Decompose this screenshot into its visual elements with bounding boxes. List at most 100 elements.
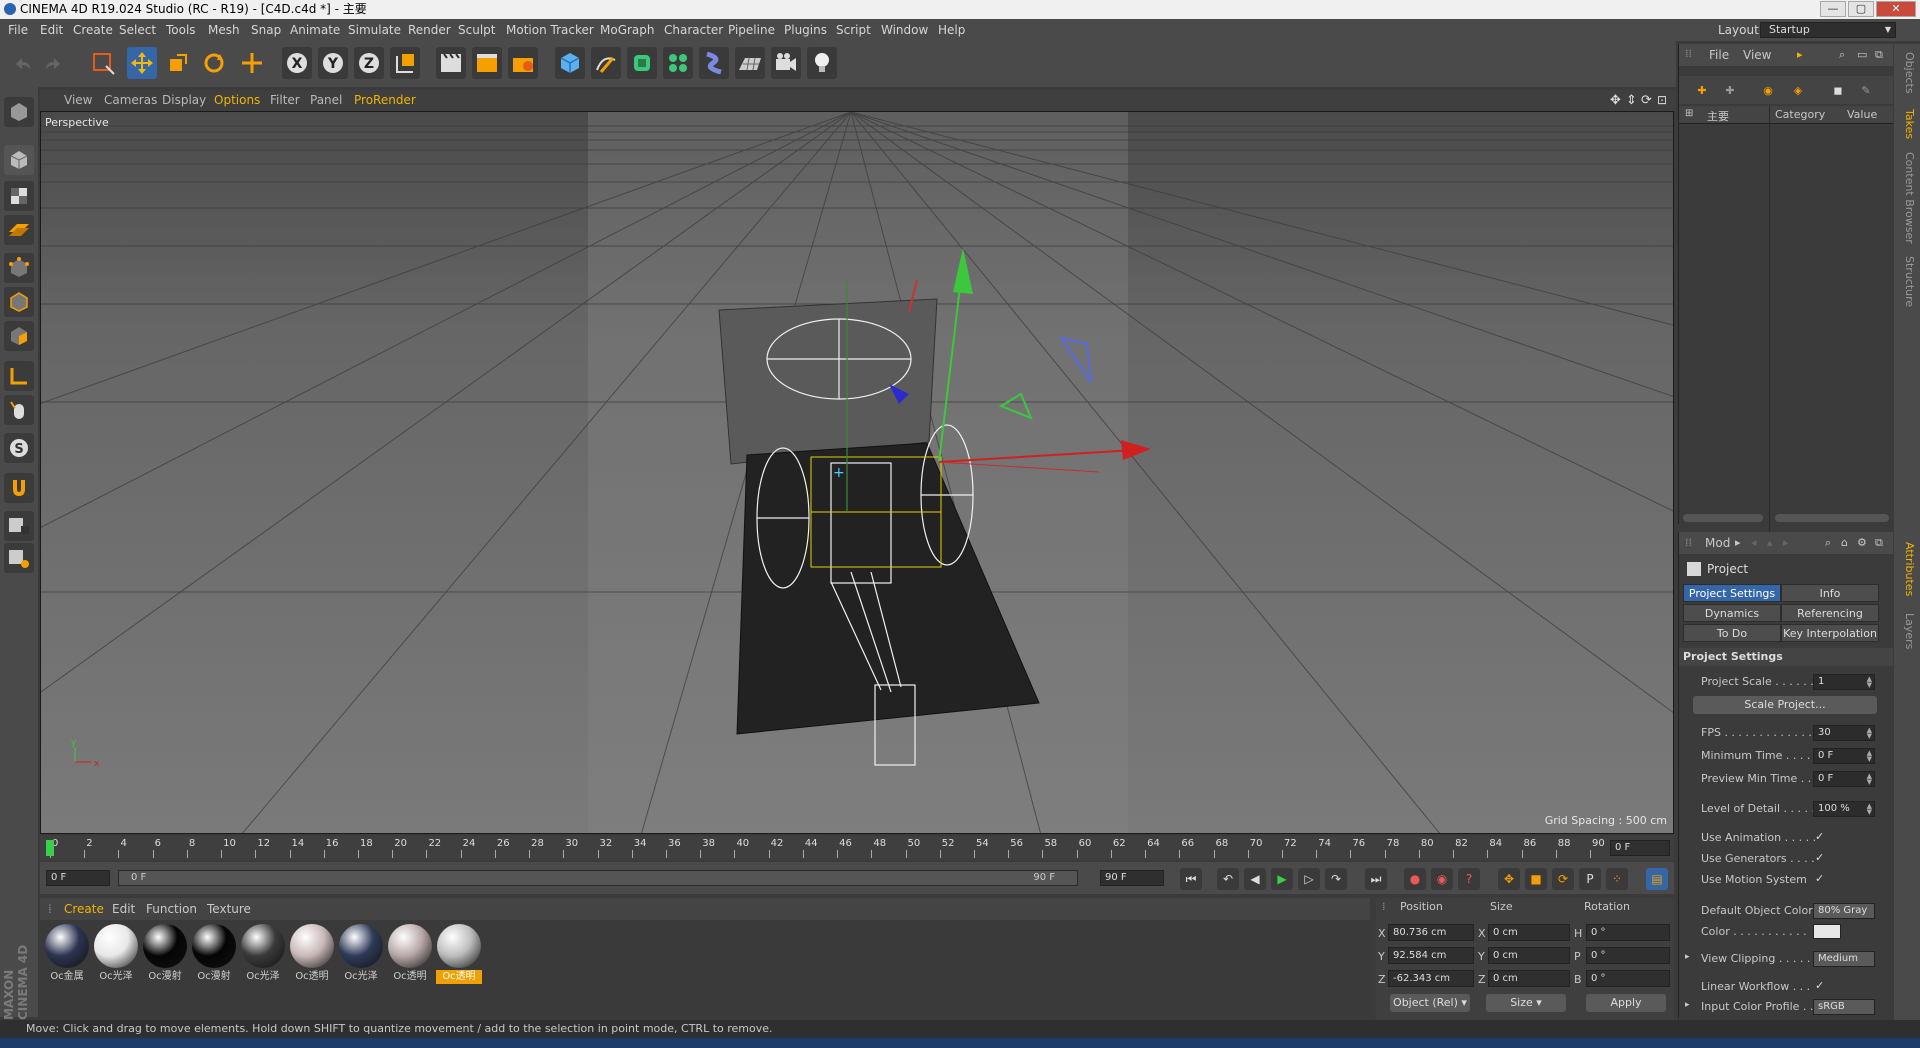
use-animation-checkbox[interactable]: ✓ [1815, 830, 1829, 844]
preview-min-time-field[interactable]: 0 F ▲ ▼ [1813, 771, 1875, 787]
scale-tool-button[interactable] [163, 47, 193, 79]
viewport-dolly-icon[interactable]: ⇕ [1626, 90, 1637, 111]
x-axis-button[interactable]: X [282, 47, 312, 79]
material-swatch[interactable]: Oc光泽 [240, 924, 286, 984]
tab-to-do[interactable]: To Do [1683, 624, 1781, 642]
menu-plugins[interactable]: Plugins [784, 19, 827, 41]
coordinate-system-button[interactable] [390, 47, 420, 79]
autokey-button[interactable]: ◉ [1431, 868, 1453, 890]
tweak-mode-button[interactable] [4, 395, 34, 425]
record-active-button[interactable]: ● [1404, 868, 1426, 890]
goto-end-button[interactable]: ⏭ [1365, 868, 1387, 890]
take-override-icon[interactable]: ✚ [1717, 77, 1743, 103]
viewport-menu-filter[interactable]: Filter [270, 90, 300, 111]
spinner-icon[interactable]: ▲ ▼ [1867, 803, 1872, 816]
takes-scrollbar-right[interactable] [1775, 514, 1889, 522]
linear-workflow-checkbox[interactable]: ✓ [1815, 979, 1829, 993]
menu-window[interactable]: Window [881, 19, 928, 41]
size-z-field[interactable]: 0 cm [1488, 970, 1570, 987]
spinner-icon[interactable]: ▲ ▼ [1867, 750, 1872, 763]
material-swatch[interactable]: Oc金属 [44, 924, 90, 984]
size-y-field[interactable]: 0 cm [1488, 947, 1570, 964]
play-button[interactable]: ▶ [1271, 868, 1293, 890]
keyframe-selection-button[interactable]: ? [1458, 868, 1480, 890]
view-clipping-select[interactable]: Medium [1813, 951, 1875, 967]
up-icon[interactable]: ▴ [1767, 536, 1773, 549]
menu-animate[interactable]: Animate [290, 19, 340, 41]
expand-icon[interactable]: ⊞ [1685, 108, 1693, 119]
key-position-button[interactable]: ✥ [1498, 868, 1520, 890]
camera-button[interactable] [771, 47, 801, 79]
key-rotation-button[interactable]: ⟳ [1552, 868, 1574, 890]
take-render-icon[interactable]: ✎ [1853, 77, 1879, 103]
layout-icon[interactable]: ▭ [1857, 48, 1867, 61]
spinner-icon[interactable]: ▲ ▼ [1867, 773, 1872, 786]
tab-info[interactable]: Info [1781, 584, 1879, 602]
settings-icon[interactable]: ⚙ [1857, 536, 1867, 549]
project-scale-field[interactable]: 1 ▲ ▼ [1813, 674, 1875, 690]
input-color-profile-select[interactable]: sRGB [1813, 999, 1875, 1015]
tab-objects[interactable]: Objects [1896, 48, 1916, 98]
menu-snap[interactable]: Snap [251, 19, 281, 41]
object-menu-view[interactable]: View [1743, 48, 1771, 62]
viewport-menu-display[interactable]: Display [162, 90, 206, 111]
viewport-menu-panel[interactable]: Panel [310, 90, 342, 111]
size-x-field[interactable]: 0 cm [1488, 924, 1570, 941]
material-swatch[interactable]: Oc透明 [436, 924, 482, 984]
level-of-detail-field[interactable]: 100 % ▲ ▼ [1813, 801, 1875, 817]
tab-structure[interactable]: Structure [1896, 252, 1916, 312]
menu-tools[interactable]: Tools [166, 19, 196, 41]
light-button[interactable] [807, 47, 837, 79]
render-view-button[interactable] [436, 47, 466, 79]
subdivision-button[interactable] [627, 47, 657, 79]
tab-content-browser[interactable]: Content Browser [1896, 148, 1916, 248]
back-icon[interactable]: ◂ [1751, 536, 1757, 549]
viewport-menu-options[interactable]: Options [214, 90, 260, 111]
size-mode-select[interactable]: Size ▾ [1486, 994, 1566, 1012]
make-editable-button[interactable] [4, 97, 34, 127]
rot-b-field[interactable]: 0 ° [1586, 970, 1670, 987]
workplane-mode-button[interactable] [4, 215, 34, 245]
points-mode-button[interactable] [4, 253, 34, 283]
key-parameter-button[interactable]: P [1579, 868, 1601, 890]
menu-simulate[interactable]: Simulate [348, 19, 401, 41]
take-icon[interactable]: ✚ [1689, 77, 1715, 103]
deformer-button[interactable] [699, 47, 729, 79]
current-frame-field[interactable]: 0 F [1610, 840, 1670, 856]
material-swatch[interactable]: Oc光泽 [93, 924, 139, 984]
spinner-icon[interactable]: ▲ ▼ [1867, 676, 1872, 689]
menu-motion-tracker[interactable]: Motion Tracker [506, 19, 594, 41]
render-picture-viewer-button[interactable] [472, 47, 502, 79]
y-axis-button[interactable]: Y [318, 47, 348, 79]
object-menu-file[interactable]: File [1709, 48, 1729, 62]
menu-mograph[interactable]: MoGraph [600, 19, 655, 41]
solo-button[interactable]: S [4, 433, 34, 463]
viewport-rotate-icon[interactable]: ⟳ [1641, 90, 1652, 111]
pen-spline-button[interactable] [591, 47, 621, 79]
use-motion-system-checkbox[interactable]: ✓ [1815, 872, 1829, 886]
use-generators-checkbox[interactable]: ✓ [1815, 851, 1829, 865]
end-frame-field[interactable]: 90 F [1100, 870, 1164, 886]
expand-arrow-icon[interactable]: ▸ [1685, 952, 1690, 962]
viewport-maximize-icon[interactable]: ⊡ [1657, 90, 1667, 111]
search-icon[interactable]: ⌕ [1839, 48, 1845, 62]
new-window-icon[interactable]: ⧉ [1875, 48, 1883, 62]
material-swatch[interactable]: Oc透明 [289, 924, 335, 984]
viewport-move-icon[interactable]: ✥ [1610, 90, 1621, 111]
model-mode-button[interactable] [4, 145, 34, 175]
minimum-time-field[interactable]: 0 F ▲ ▼ [1813, 748, 1875, 764]
viewport-menu-view[interactable]: View [64, 90, 92, 111]
tab-dynamics[interactable]: Dynamics [1683, 604, 1781, 622]
undo-button[interactable] [8, 47, 38, 79]
tab-attributes[interactable]: Attributes [1896, 534, 1916, 604]
menu-select[interactable]: Select [119, 19, 156, 41]
texture-mode-button[interactable] [4, 181, 34, 211]
take-auto-icon[interactable]: ◉ [1755, 77, 1781, 103]
material-menu-edit[interactable]: Edit [112, 898, 135, 920]
fps-field[interactable]: 30 ▲ ▼ [1813, 725, 1875, 741]
layout-select[interactable]: Startup ▼ [1760, 22, 1896, 38]
menu-sculpt[interactable]: Sculpt [458, 19, 495, 41]
rot-h-field[interactable]: 0 ° [1586, 924, 1670, 941]
menu-create[interactable]: Create [73, 19, 113, 41]
tab-project-settings[interactable]: Project Settings [1683, 584, 1781, 602]
